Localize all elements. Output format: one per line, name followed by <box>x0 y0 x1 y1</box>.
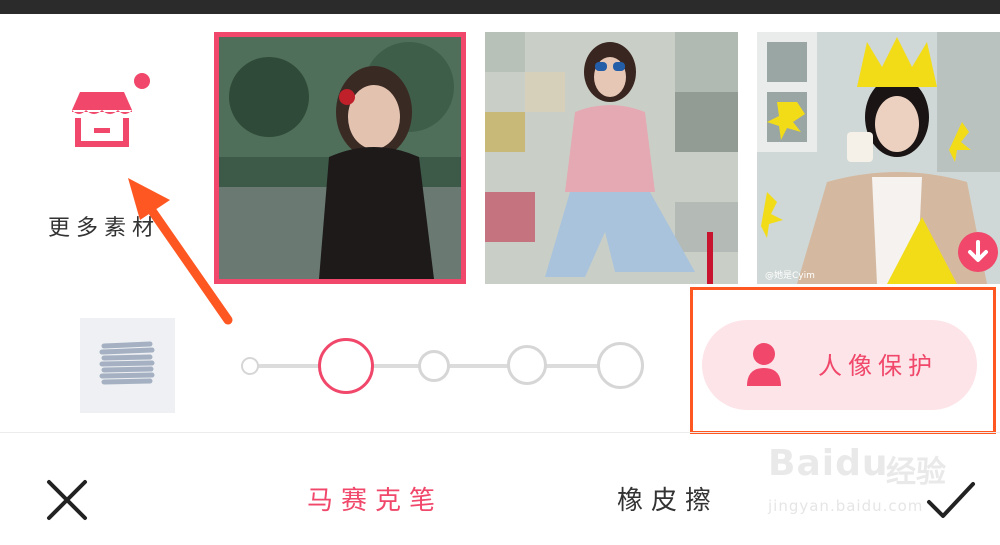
watermark-text: Baidu <box>768 443 889 484</box>
close-button[interactable] <box>45 478 89 522</box>
toolbar-divider <box>0 432 1000 433</box>
pixel-photo <box>485 32 738 284</box>
style-thumb-pixel[interactable] <box>485 32 738 284</box>
size-dot-3[interactable] <box>418 350 450 382</box>
confirm-button[interactable] <box>925 478 977 522</box>
scribble-icon <box>99 341 155 385</box>
download-icon[interactable] <box>958 232 998 272</box>
notification-dot <box>134 73 150 89</box>
size-dot-2[interactable] <box>318 338 374 394</box>
eraser-tab[interactable]: 橡皮擦 <box>617 480 719 517</box>
annotation-highlight-box <box>690 287 996 434</box>
close-icon <box>47 480 87 520</box>
brush-preview <box>80 318 175 413</box>
style-thumb-painting[interactable] <box>214 32 466 284</box>
watermark-url: jingyan.baidu.com <box>768 497 924 515</box>
more-materials-button[interactable]: 更多素材 <box>30 60 180 250</box>
status-bar <box>0 0 1000 14</box>
style-thumb-sticker[interactable]: @她是Cyim <box>757 32 1000 284</box>
brush-size-slider[interactable] <box>240 335 650 395</box>
store-icon <box>72 92 132 147</box>
size-dot-1[interactable] <box>241 357 259 375</box>
painting-photo <box>219 37 461 279</box>
check-icon <box>927 482 975 518</box>
more-materials-label: 更多素材 <box>48 216 161 241</box>
size-dot-4[interactable] <box>507 345 547 385</box>
mosaic-brush-tab[interactable]: 马赛克笔 <box>307 480 443 517</box>
photo-credit: @她是Cyim <box>765 269 815 281</box>
size-dot-5[interactable] <box>597 342 644 389</box>
